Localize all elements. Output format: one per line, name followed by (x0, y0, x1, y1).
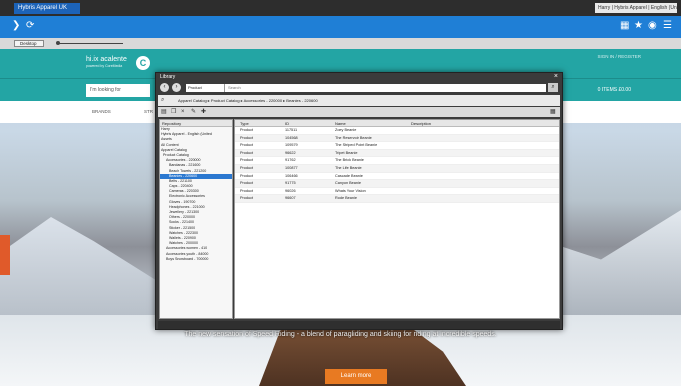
breadcrumb: ⌕ Apparel Catalog ▸ Product Catalog ▸ Ac… (158, 95, 560, 106)
tree-item[interactable]: Boys Snowboard - 700000 (160, 257, 232, 262)
nav-item-brands[interactable]: BRANDS (92, 109, 111, 114)
grid-icon[interactable]: ▦ (620, 20, 629, 32)
table-row[interactable]: Product 91775 Canyon Beanie (235, 180, 559, 188)
library-search-input[interactable]: Search (224, 84, 546, 92)
learn-more-button[interactable]: Learn more (325, 369, 387, 384)
grid-view-icon[interactable]: ▦ (550, 108, 556, 116)
breadcrumb-path[interactable]: Apparel Catalog ▸ Product Catalog ▸ Acce… (178, 97, 318, 104)
search-icon[interactable]: ⌕ (161, 96, 164, 104)
browser-toolbar: ❯ ⟳ ▦ ★ ◉ ☰ (0, 16, 681, 38)
table-row[interactable]: Product 109579 The Striped Point Beanie (235, 142, 559, 150)
grid-header: Type ID Name Description (235, 120, 559, 127)
menu-icon[interactable]: ☰ (663, 20, 672, 32)
close-icon[interactable]: × (554, 73, 558, 81)
eye-icon[interactable]: ◉ (648, 20, 657, 32)
product-grid: Type ID Name Description Product 117511 Zo… (234, 119, 560, 319)
table-row[interactable]: Product 96622 Tripet Beanie (235, 149, 559, 158)
tree-header: Repository (160, 120, 232, 127)
table-row[interactable]: Product 117511 Zoey Beanie (235, 127, 559, 135)
back-icon[interactable]: ‹ (160, 83, 169, 92)
browser-tab-bar: Hybris Apparel UK Harry | Hybris Apparel… (0, 0, 681, 16)
cart-summary[interactable]: 0 ITEMS £0.00 (598, 87, 631, 93)
table-row[interactable]: Product 96607 Rode Beanie (235, 195, 559, 203)
view-icon[interactable]: ▤ (161, 108, 167, 116)
chevron-right-icon[interactable]: ❯ (12, 20, 20, 32)
site-search-input[interactable]: I'm looking for (86, 84, 150, 97)
user-context-field[interactable]: Harry | Hybris Apparel | English (United (595, 3, 677, 13)
col-description[interactable]: Description (411, 120, 431, 127)
sign-in-link[interactable]: SIGN IN / REGISTER (597, 54, 641, 59)
grid-body: Product 117511 Zoey Beanie Product 104568 Th… (235, 127, 559, 203)
col-name[interactable]: Name (335, 120, 346, 127)
library-dialog: Library × ‹ › Product Search ⌕ ⌕ Apparel… (155, 72, 563, 330)
search-icon[interactable]: ⌕ (548, 83, 558, 92)
star-icon[interactable]: ★ (634, 20, 643, 32)
browser-tab[interactable]: Hybris Apparel UK (14, 3, 80, 14)
library-title: Library (160, 74, 176, 80)
zoom-slider[interactable] (58, 43, 123, 44)
library-toolbar: ▤ ❐ × ✎ ✚ ▦ (158, 107, 560, 117)
forward-icon[interactable]: › (172, 83, 181, 92)
library-search-bar: ‹ › Product Search ⌕ (158, 83, 560, 93)
col-id[interactable]: ID (285, 120, 289, 127)
new-icon[interactable]: ✚ (201, 108, 206, 116)
table-row[interactable]: Product 96026 Whats Your Vision (235, 188, 559, 196)
table-row[interactable]: Product 91762 The Brick Beanie (235, 157, 559, 165)
hero-caption: The new sensation of Speed Riding - a bl… (184, 331, 497, 338)
col-type[interactable]: Type (240, 120, 249, 127)
table-row[interactable]: Product 106466 Cascade Beanie (235, 173, 559, 181)
refresh-icon[interactable]: ⟳ (26, 20, 34, 32)
table-row[interactable]: Product 104568 The Reservoir Beanie (235, 134, 559, 143)
logo-badge-icon: C (136, 56, 150, 70)
dialog-footer (158, 321, 560, 329)
table-row[interactable]: Product 100877 The Life Beanie (235, 164, 559, 173)
edit-icon[interactable]: ✎ (191, 108, 196, 116)
skier-jacket (0, 235, 10, 275)
device-desktop-button[interactable]: Desktop (14, 40, 44, 47)
site-logo[interactable]: hi.ix acalente powered by CoreMedia (86, 56, 127, 69)
type-select[interactable]: Product (186, 84, 224, 92)
preview-bar: Desktop (0, 38, 681, 49)
delete-icon[interactable]: × (181, 108, 185, 116)
repository-tree: Repository Harry Hybris Apparel - Englis… (159, 119, 233, 319)
nav-item-str[interactable]: STR (144, 109, 153, 114)
copy-icon[interactable]: ❐ (171, 108, 176, 116)
mountain-left (0, 217, 170, 325)
